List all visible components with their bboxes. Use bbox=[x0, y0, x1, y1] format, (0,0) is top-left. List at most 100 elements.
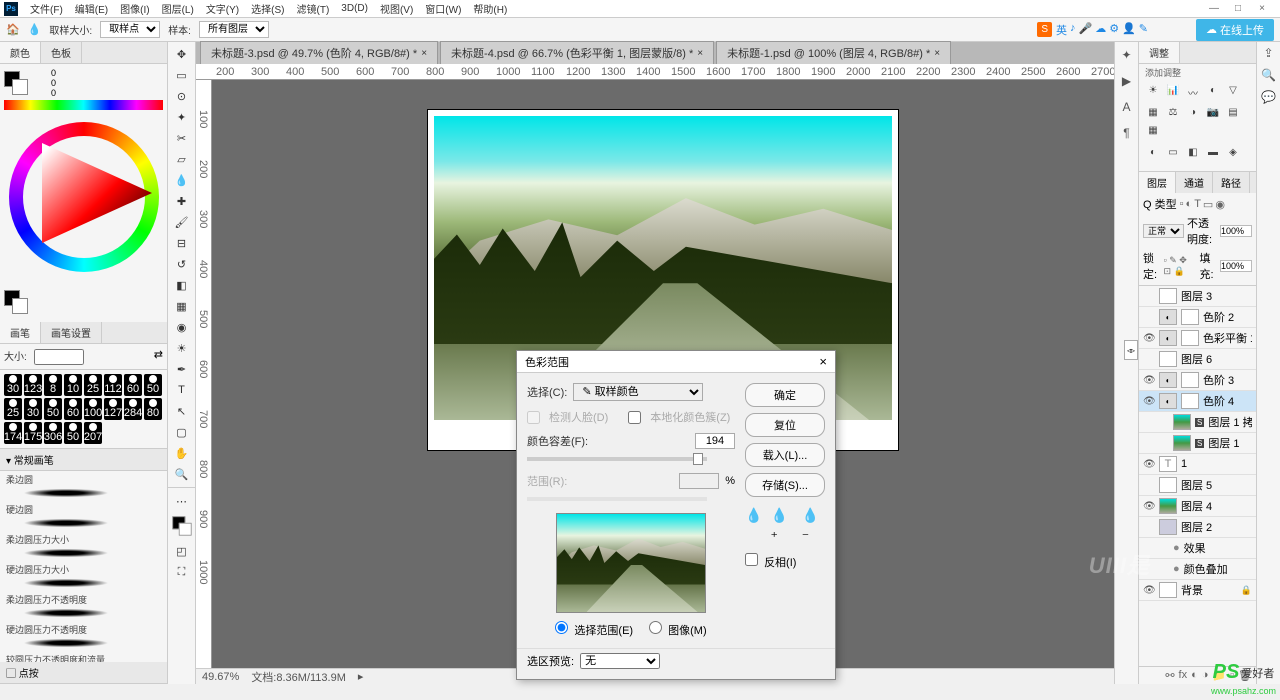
history-brush-tool[interactable]: ↺ bbox=[170, 254, 194, 274]
layer-item[interactable]: 图层 2 bbox=[1139, 517, 1256, 538]
brush-item[interactable]: 硬边圆 bbox=[0, 501, 167, 531]
eyedropper-tool[interactable]: 💧 bbox=[170, 170, 194, 190]
move-tool[interactable]: ✥ bbox=[170, 44, 194, 64]
layer-item[interactable]: ◐色阶 2 bbox=[1139, 307, 1256, 328]
layer-item[interactable]: 👁图层 4 bbox=[1139, 496, 1256, 517]
color-wheel[interactable] bbox=[4, 112, 164, 282]
adjustment-icon[interactable]: ◑ bbox=[1202, 669, 1209, 682]
selection-radio[interactable]: 选择范围(E) bbox=[555, 621, 633, 638]
panel-collapse-handle[interactable]: ◃▹ bbox=[1124, 340, 1138, 360]
fx-icon[interactable]: fx bbox=[1179, 669, 1188, 682]
layers-tab[interactable]: 图层 bbox=[1139, 172, 1176, 193]
invert-checkbox[interactable]: 反相(I) bbox=[745, 553, 825, 570]
eyedropper-minus-icon[interactable]: 💧₋ bbox=[802, 507, 825, 541]
zoom-tool[interactable]: 🔍 bbox=[170, 464, 194, 484]
edit-toolbar[interactable]: ⋯ bbox=[170, 491, 194, 511]
selcolor-icon[interactable]: ◈ bbox=[1225, 147, 1241, 161]
doc-tab[interactable]: 未标题-3.psd @ 49.7% (色阶 4, RGB/8#) *× bbox=[200, 41, 438, 64]
visibility-icon[interactable]: 👁 bbox=[1143, 333, 1155, 344]
upload-button[interactable]: ☁在线上传 bbox=[1196, 19, 1274, 41]
thresh-icon[interactable]: ◧ bbox=[1185, 147, 1201, 161]
brush-preset[interactable]: 127 bbox=[104, 398, 122, 420]
lasso-tool[interactable]: ⊙ bbox=[170, 86, 194, 106]
brush-settings-tab[interactable]: 画笔设置 bbox=[41, 322, 102, 343]
exposure-icon[interactable]: ◐ bbox=[1205, 85, 1221, 99]
shape-tool[interactable]: ▢ bbox=[170, 422, 194, 442]
hand-tool[interactable]: ✋ bbox=[170, 443, 194, 463]
layer-item[interactable]: 👁◐色阶 4 bbox=[1139, 391, 1256, 412]
brush-preset[interactable]: 25 bbox=[4, 398, 22, 420]
hue-bar[interactable] bbox=[4, 100, 163, 110]
layer-item[interactable]: S图层 1 拷贝 bbox=[1139, 412, 1256, 433]
gradient-tool[interactable]: ▦ bbox=[170, 296, 194, 316]
dialog-preview[interactable] bbox=[556, 513, 706, 613]
sample-select[interactable]: 所有图层 bbox=[199, 21, 269, 38]
brush-preset[interactable]: 30 bbox=[4, 374, 22, 396]
menu-help[interactable]: 帮助(H) bbox=[467, 1, 513, 16]
link-layers-icon[interactable]: ⚯ bbox=[1165, 669, 1174, 682]
select-dropdown[interactable]: ✎ 取样颜色 bbox=[573, 383, 703, 401]
menu-edit[interactable]: 编辑(E) bbox=[69, 1, 114, 16]
save-button[interactable]: 存储(S)... bbox=[745, 473, 825, 497]
lookup-icon[interactable]: ▦ bbox=[1145, 125, 1161, 139]
lock-icons[interactable]: ▫ ✎ ✥ ⊡ 🔒 bbox=[1164, 255, 1197, 277]
layer-item[interactable]: 👁T1 bbox=[1139, 454, 1256, 475]
visibility-icon[interactable]: 👁 bbox=[1143, 375, 1155, 386]
pen-tool[interactable]: ✒ bbox=[170, 359, 194, 379]
frame-tool[interactable]: ▱ bbox=[170, 149, 194, 169]
share-icon[interactable]: ⇪ bbox=[1263, 46, 1273, 60]
brush-preset[interactable]: 50 bbox=[44, 398, 62, 420]
stamp-tool[interactable]: ⊟ bbox=[170, 233, 194, 253]
poster-icon[interactable]: ▭ bbox=[1165, 147, 1181, 161]
brush-preset[interactable]: 50 bbox=[144, 374, 162, 396]
layer-item[interactable]: 图层 5 bbox=[1139, 475, 1256, 496]
menu-type[interactable]: 文字(Y) bbox=[200, 1, 245, 16]
home-icon[interactable]: 🏠 bbox=[6, 23, 20, 36]
brush-size-input[interactable] bbox=[34, 349, 84, 365]
cancel-button[interactable]: 复位 bbox=[745, 413, 825, 437]
layer-item[interactable]: ●颜色叠加 bbox=[1139, 559, 1256, 580]
visibility-icon[interactable]: 👁 bbox=[1143, 501, 1155, 512]
dodge-tool[interactable]: ☀ bbox=[170, 338, 194, 358]
brush-preset[interactable]: 100 bbox=[84, 398, 102, 420]
brush-preset[interactable]: 25 bbox=[84, 374, 102, 396]
fg-bg-swatch[interactable] bbox=[4, 71, 28, 95]
gradmap-icon[interactable]: ▬ bbox=[1205, 147, 1221, 161]
channels-tab[interactable]: 通道 bbox=[1176, 172, 1213, 193]
layer-item[interactable]: 图层 6 bbox=[1139, 349, 1256, 370]
menu-select[interactable]: 选择(S) bbox=[245, 1, 290, 16]
layer-filter-icons[interactable]: ▫◐T▭◉ bbox=[1180, 198, 1225, 211]
visibility-icon[interactable]: 👁 bbox=[1143, 459, 1155, 470]
dialog-close-icon[interactable]: × bbox=[819, 354, 827, 369]
brush-item[interactable]: 柔边圆 bbox=[0, 471, 167, 501]
color-tab[interactable]: 颜色 bbox=[0, 42, 41, 63]
brush-preset[interactable]: 80 bbox=[144, 398, 162, 420]
swatch-tab[interactable]: 色板 bbox=[41, 42, 82, 63]
brush-preset[interactable]: 123 bbox=[24, 374, 42, 396]
paths-tab[interactable]: 路径 bbox=[1213, 172, 1250, 193]
colbal-icon[interactable]: ⚖ bbox=[1165, 107, 1181, 121]
blur-tool[interactable]: ◉ bbox=[170, 317, 194, 337]
layer-item[interactable]: ●效果 bbox=[1139, 538, 1256, 559]
curves-icon[interactable]: 〰 bbox=[1185, 85, 1201, 99]
fuzziness-input[interactable] bbox=[695, 433, 735, 449]
visibility-icon[interactable]: 👁 bbox=[1143, 396, 1155, 407]
brush-item[interactable]: 硬边圆压力不透明度 bbox=[0, 621, 167, 651]
doc-tab[interactable]: 未标题-1.psd @ 100% (图层 4, RGB/8#) *× bbox=[716, 41, 951, 64]
blend-mode-select[interactable]: 正常 bbox=[1143, 224, 1184, 238]
sample-size-select[interactable]: 取样点 bbox=[100, 21, 160, 38]
menu-view[interactable]: 视图(V) bbox=[374, 1, 419, 16]
menu-window[interactable]: 窗口(W) bbox=[419, 1, 467, 16]
brush-preset[interactable]: 112 bbox=[104, 374, 122, 396]
marquee-tool[interactable]: ▭ bbox=[170, 65, 194, 85]
brush-item[interactable]: 硬边圆压力大小 bbox=[0, 561, 167, 591]
zoom-level[interactable]: 49.67% bbox=[202, 671, 239, 683]
layer-item[interactable]: 👁背景🔒 bbox=[1139, 580, 1256, 601]
close-button[interactable]: × bbox=[1256, 3, 1268, 14]
brush-item[interactable]: 柔边圆压力大小 bbox=[0, 531, 167, 561]
bw-icon[interactable]: ◑ bbox=[1185, 107, 1201, 121]
brush-group-general[interactable]: ▾ 常规画笔 bbox=[0, 449, 167, 471]
search-icon[interactable]: 🔍 bbox=[1261, 68, 1276, 82]
visibility-icon[interactable]: 👁 bbox=[1143, 585, 1155, 596]
min-button[interactable]: — bbox=[1208, 3, 1220, 14]
